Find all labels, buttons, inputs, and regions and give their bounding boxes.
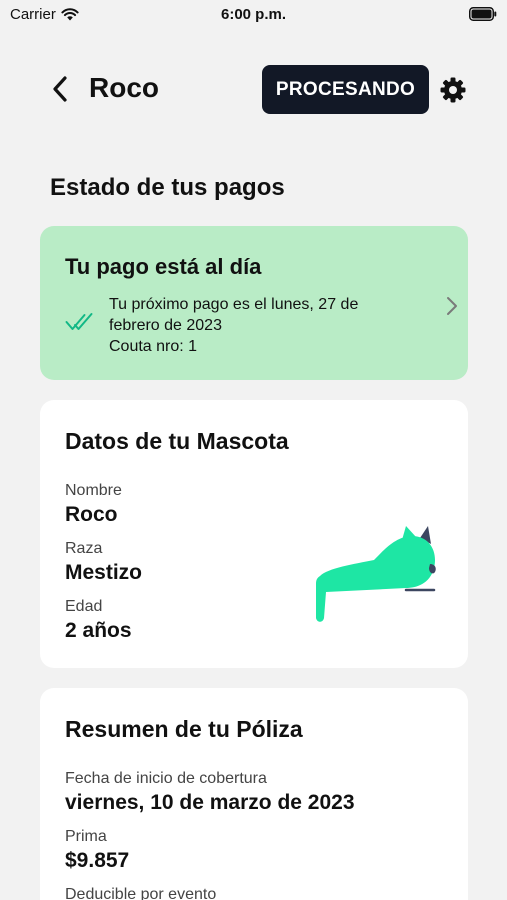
- pet-name-value: Roco: [65, 503, 118, 526]
- pet-card-title: Datos de tu Mascota: [65, 428, 289, 454]
- status-bar: Carrier 6:00 p.m.: [0, 0, 507, 28]
- page-title: Roco: [89, 72, 159, 103]
- battery-icon: [469, 7, 497, 25]
- chevron-right-icon: [447, 297, 457, 315]
- nav-header: Roco PROCESANDO: [0, 62, 507, 116]
- payment-status-title: Tu pago está al día: [65, 254, 262, 279]
- pet-data-card: Datos de tu Mascota Nombre Roco Raza Mes…: [40, 400, 468, 668]
- coverage-start-value: viernes, 10 de marzo de 2023: [65, 791, 355, 814]
- pet-age-label: Edad: [65, 598, 103, 615]
- payment-details: Tu próximo pago es el lunes, 27 de febre…: [109, 294, 409, 357]
- policy-summary-card: Resumen de tu Póliza Fecha de inicio de …: [40, 688, 468, 900]
- double-check-icon: [65, 313, 93, 330]
- section-title: Estado de tus pagos: [50, 174, 285, 201]
- back-chevron-icon: [53, 76, 67, 102]
- status-time: 6:00 p.m.: [220, 6, 287, 23]
- deductible-label: Deducible por evento: [65, 886, 217, 900]
- pet-age-value: 2 años: [65, 619, 132, 642]
- processing-status-button[interactable]: PROCESANDO: [262, 65, 429, 114]
- pet-breed-label: Raza: [65, 540, 103, 557]
- next-payment-line2: febrero de 2023: [109, 317, 222, 334]
- policy-card-title: Resumen de tu Póliza: [65, 716, 303, 742]
- payment-status-card[interactable]: Tu pago está al día Tu próximo pago es e…: [40, 226, 468, 380]
- back-button[interactable]: [46, 74, 74, 104]
- coverage-start-label: Fecha de inicio de cobertura: [65, 770, 267, 787]
- pet-breed-value: Mestizo: [65, 561, 143, 584]
- next-payment-line1: Tu próximo pago es el lunes, 27 de: [109, 296, 359, 313]
- settings-button[interactable]: [439, 76, 467, 104]
- pet-name-label: Nombre: [65, 482, 122, 499]
- installment-number: Couta nro: 1: [109, 338, 198, 355]
- premium-value: $9.857: [65, 849, 130, 872]
- gear-icon: [440, 77, 466, 103]
- cat-illustration: [316, 526, 436, 622]
- premium-label: Prima: [65, 828, 107, 845]
